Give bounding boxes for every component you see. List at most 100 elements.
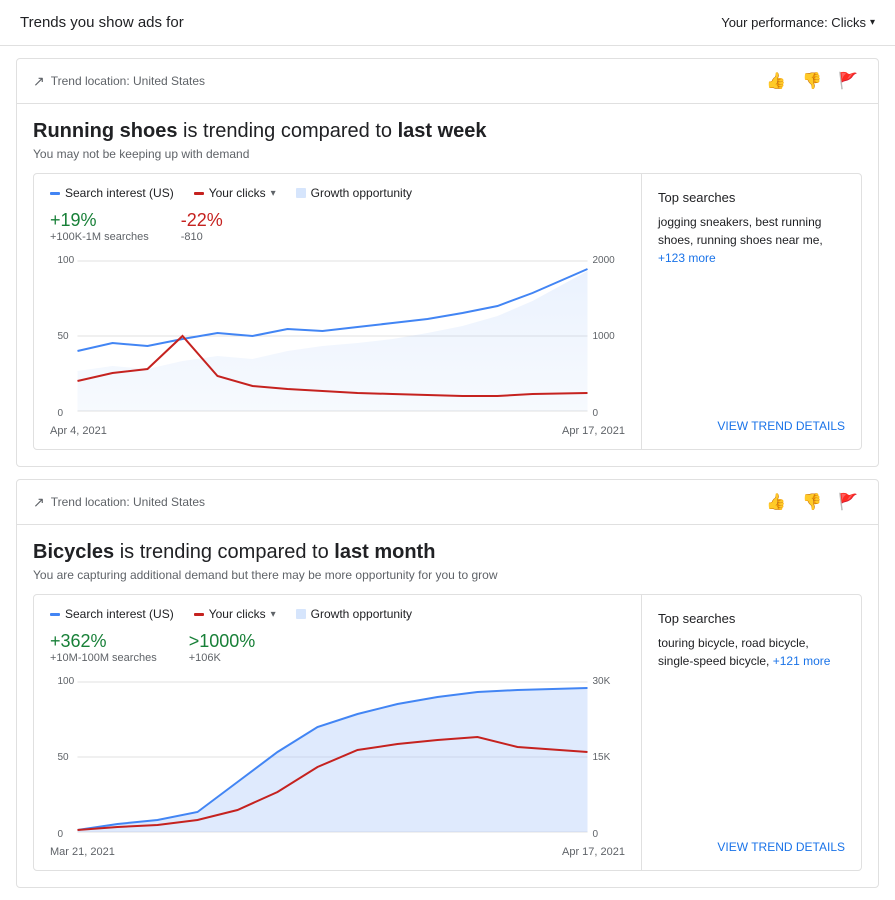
trending-icon: ↗ [33,73,45,90]
chart-legend: Search interest (US) Your clicks ▾ Growt… [50,186,625,200]
legend-clicks-label-2: Your clicks [209,607,266,621]
svg-text:0: 0 [593,829,599,840]
chevron-down-icon: ▾ [870,17,875,28]
trend-card-header-2: ↗ Trend location: United States 👍 👎 🚩 [17,480,878,525]
legend-search-interest: Search interest (US) [50,186,174,200]
trend-body: Running shoes is trending compared to la… [17,104,878,466]
thumbs-down-button-2[interactable]: 👎 [798,490,826,514]
metric-sub-clicks-2: +106K [189,652,256,664]
svg-text:0: 0 [58,829,64,840]
trending-icon-2: ↗ [33,494,45,511]
top-searches-label-2: Top searches [658,611,845,626]
svg-text:0: 0 [593,408,599,419]
feedback-icons: 👍 👎 🚩 [762,69,862,93]
flag-button-2[interactable]: 🚩 [834,490,862,514]
chart-section-2: Search interest (US) Your clicks ▾ Growt… [33,594,862,871]
trend-location-label: Trend location: United States [51,74,205,88]
svg-text:2000: 2000 [593,255,616,266]
trend-subtext: You may not be keeping up with demand [33,147,862,161]
legend-your-clicks-2[interactable]: Your clicks ▾ [194,607,276,621]
trend-keyword-2: Bicycles [33,541,114,563]
legend-dot-red [194,192,204,195]
legend-growth-2: Growth opportunity [296,607,412,621]
top-searches-text-2: touring bicycle, road bicycle, single-sp… [658,634,845,670]
metric-sub-search: +100K-1M searches [50,231,149,243]
legend-growth: Growth opportunity [296,186,412,200]
chart-area: Search interest (US) Your clicks ▾ Growt… [34,174,641,449]
legend-chevron-icon-2: ▾ [271,609,276,620]
trend-period-2: last month [334,541,435,563]
legend-dot-blue-2 [50,613,60,616]
legend-growth-label-2: Growth opportunity [311,607,412,621]
svg-text:50: 50 [58,331,70,342]
thumbs-up-button-2[interactable]: 👍 [762,490,790,514]
legend-growth-label: Growth opportunity [311,186,412,200]
svg-text:1000: 1000 [593,331,616,342]
performance-label: Your performance: Clicks [721,15,866,30]
legend-your-clicks[interactable]: Your clicks ▾ [194,186,276,200]
chart-metrics: +19% +100K-1M searches -22% -810 [50,210,625,243]
top-searches-label: Top searches [658,190,845,205]
chart-date-end: Apr 17, 2021 [562,425,625,437]
view-trend-details-link[interactable]: VIEW TREND DETAILS [658,419,845,433]
top-searches-section: Top searches jogging sneakers, best runn… [658,190,845,267]
metric-clicks: -22% -810 [181,210,223,243]
trend-period: last week [398,120,487,142]
svg-text:30K: 30K [593,676,611,687]
chart-area-2: Search interest (US) Your clicks ▾ Growt… [34,595,641,870]
metric-sub-clicks: -810 [181,231,223,243]
metric-sub-search-2: +10M-100M searches [50,652,157,664]
feedback-icons-2: 👍 👎 🚩 [762,490,862,514]
metric-value-search-2: +362% [50,631,157,652]
legend-clicks-label: Your clicks [209,186,266,200]
trend-card-running-shoes: ↗ Trend location: United States 👍 👎 🚩 Ru… [16,58,879,467]
top-searches-more-link[interactable]: +123 more [658,251,716,265]
metric-search-interest: +19% +100K-1M searches [50,210,149,243]
trend-headline-mid-2: is trending compared to [114,541,334,563]
trend-headline-2: Bicycles is trending compared to last mo… [33,541,862,564]
chart-svg: 100 50 0 2000 1000 0 [50,251,625,421]
trend-keyword: Running shoes [33,120,177,142]
page-title: Trends you show ads for [20,14,184,31]
thumbs-down-button[interactable]: 👎 [798,69,826,93]
svg-text:0: 0 [58,408,64,419]
chart-dates: Apr 4, 2021 Apr 17, 2021 [50,425,625,437]
chart-right-panel-2: Top searches touring bicycle, road bicyc… [641,595,861,870]
chart-right-panel: Top searches jogging sneakers, best runn… [641,174,861,449]
legend-search-interest-2: Search interest (US) [50,607,174,621]
chart-wrapper: 100 50 0 2000 1000 0 [50,251,625,421]
trend-card-header: ↗ Trend location: United States 👍 👎 🚩 [17,59,878,104]
trend-location: ↗ Trend location: United States [33,73,205,90]
top-searches-section-2: Top searches touring bicycle, road bicyc… [658,611,845,670]
chart-metrics-2: +362% +10M-100M searches >1000% +106K [50,631,625,664]
view-trend-details-link-2[interactable]: VIEW TREND DETAILS [658,840,845,854]
metric-value-clicks: -22% [181,210,223,231]
svg-text:15K: 15K [593,752,611,763]
legend-chevron-icon: ▾ [271,188,276,199]
metric-search-interest-2: +362% +10M-100M searches [50,631,157,664]
trend-headline: Running shoes is trending compared to la… [33,120,862,143]
trend-subtext-2: You are capturing additional demand but … [33,568,862,582]
thumbs-up-button[interactable]: 👍 [762,69,790,93]
legend-dot-light [296,188,306,198]
page-header: Trends you show ads for Your performance… [0,0,895,46]
chart-dates-2: Mar 21, 2021 Apr 17, 2021 [50,846,625,858]
top-searches-content: jogging sneakers, best running shoes, ru… [658,215,823,247]
chart-wrapper-2: 100 50 0 30K 15K 0 [50,672,625,842]
chart-legend-2: Search interest (US) Your clicks ▾ Growt… [50,607,625,621]
metric-value-search: +19% [50,210,149,231]
legend-search-label-2: Search interest (US) [65,607,174,621]
top-searches-text: jogging sneakers, best running shoes, ru… [658,213,845,267]
performance-selector[interactable]: Your performance: Clicks ▾ [721,15,875,30]
chart-date-end-2: Apr 17, 2021 [562,846,625,858]
flag-button[interactable]: 🚩 [834,69,862,93]
chart-section: Search interest (US) Your clicks ▾ Growt… [33,173,862,450]
svg-text:50: 50 [58,752,70,763]
legend-dot-light-2 [296,609,306,619]
trend-body-2: Bicycles is trending compared to last mo… [17,525,878,887]
trend-card-bicycles: ↗ Trend location: United States 👍 👎 🚩 Bi… [16,479,879,888]
legend-dot-red-2 [194,613,204,616]
chart-date-start: Apr 4, 2021 [50,425,107,437]
trend-headline-mid: is trending compared to [177,120,397,142]
top-searches-more-link-2[interactable]: +121 more [773,654,831,668]
